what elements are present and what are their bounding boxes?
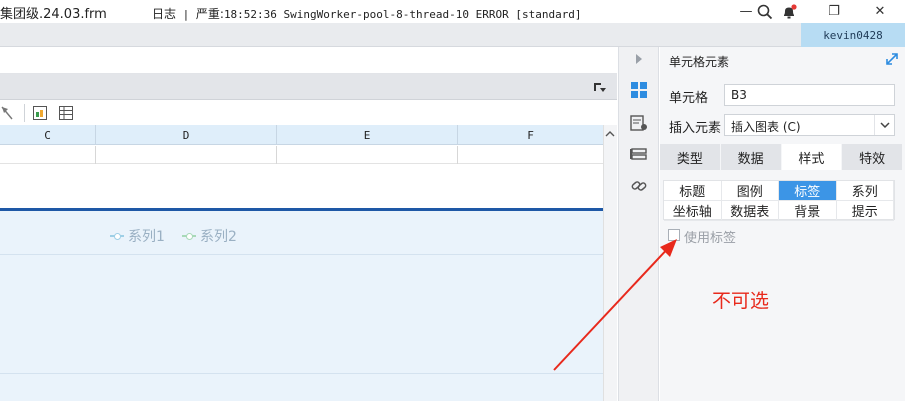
bell-icon[interactable] — [781, 4, 797, 20]
style-item-label[interactable]: 标签 — [779, 181, 837, 201]
legend-marker-icon — [182, 231, 196, 241]
annotation-text: 不可选 — [712, 290, 770, 312]
widget-icon[interactable] — [628, 143, 650, 165]
style-item-datasheet[interactable]: 数据表 — [721, 201, 779, 221]
style-item-series[interactable]: 系列 — [836, 181, 894, 201]
style-item-tooltip[interactable]: 提示 — [836, 201, 894, 221]
tab-data[interactable]: 数据 — [720, 144, 782, 170]
insert-element-label: 插入元素 — [669, 121, 722, 136]
tab-type[interactable]: 类型 — [660, 144, 721, 170]
insert-element-shortcut: (C) — [782, 120, 801, 134]
legend-label: 系列1 — [128, 229, 165, 245]
column-d-header[interactable]: D — [96, 125, 277, 145]
collapse-icon[interactable] — [593, 80, 607, 94]
annotation-arrow — [553, 239, 677, 371]
table-icon[interactable] — [59, 106, 73, 120]
chevron-down-icon[interactable] — [874, 115, 894, 135]
maximize-button[interactable]: ❐ — [812, 0, 856, 23]
style-item-grid: 标题 图例 标签 系列 坐标轴 数据表 背景 提示 — [663, 180, 895, 221]
log-label: 日志 — [152, 7, 177, 21]
editor-header — [0, 47, 617, 74]
expand-arrow-icon[interactable] — [634, 53, 644, 65]
scroll-up-icon[interactable] — [603, 127, 617, 141]
pointer-icon[interactable] — [0, 105, 14, 121]
cell-label: 单元格 — [669, 91, 709, 106]
expand-panel-icon[interactable] — [885, 52, 899, 66]
log-text: 18:52:36 SwingWorker-pool-8-thread-10 ER… — [223, 8, 582, 21]
style-item-title[interactable]: 标题 — [664, 181, 722, 201]
chart-gridline — [0, 254, 603, 255]
log-separator: | — [182, 8, 190, 21]
style-item-legend[interactable]: 图例 — [721, 181, 779, 201]
insert-element-select[interactable]: 插入图表 (C) — [724, 114, 895, 136]
legend-item-series2: 系列2 — [182, 226, 237, 246]
style-item-background[interactable]: 背景 — [779, 201, 837, 221]
style-item-axis[interactable]: 坐标轴 — [664, 201, 722, 221]
chart-attr-tabs: 类型 数据 样式 特效 — [660, 144, 903, 170]
close-button[interactable]: ✕ — [858, 0, 902, 23]
tab-effects[interactable]: 特效 — [842, 144, 903, 170]
column-c-header[interactable]: C — [0, 125, 96, 145]
legend-marker-icon — [110, 231, 124, 241]
cell-field[interactable]: B3 — [724, 84, 895, 106]
condition-attr-icon[interactable] — [628, 112, 650, 134]
legend-item-series1: 系列1 — [110, 226, 165, 246]
sheet-row[interactable] — [0, 146, 603, 164]
column-f-header[interactable]: F — [458, 125, 603, 145]
hyperlink-icon[interactable] — [628, 175, 650, 197]
legend-label: 系列2 — [200, 229, 237, 245]
toolbar — [0, 101, 617, 125]
insert-chart-icon[interactable] — [33, 106, 47, 120]
search-icon[interactable] — [757, 4, 773, 20]
user-account[interactable]: kevin0428 — [801, 23, 905, 47]
sheet-tab-strip — [0, 74, 617, 100]
log-level: 严重: — [195, 7, 224, 21]
tab-style[interactable]: 样式 — [781, 144, 843, 170]
column-e-header[interactable]: E — [277, 125, 458, 145]
log-bar — [0, 23, 905, 47]
insert-element-value: 插入图表 — [731, 120, 780, 134]
column-header: C D E F — [0, 125, 603, 145]
chart-gridline — [0, 373, 603, 374]
cell-divider — [457, 146, 458, 164]
panel-title: 单元格元素 — [669, 55, 730, 69]
toolbar-divider — [24, 104, 25, 122]
log-message[interactable]: 日志 | 严重:18:52:36 SwingWorker-pool-8-thre… — [152, 5, 582, 22]
cell-element-icon[interactable] — [628, 79, 650, 101]
cell-divider — [95, 146, 96, 164]
cell-divider — [276, 146, 277, 164]
window-title: 集团级.24.03.frm — [0, 7, 107, 22]
use-label-text: 使用标签 — [684, 231, 737, 246]
